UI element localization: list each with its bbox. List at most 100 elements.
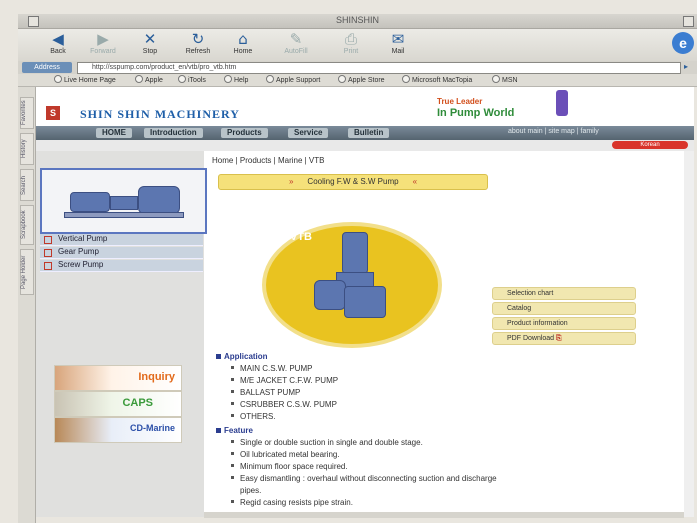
vertical-scrollbar[interactable] — [684, 151, 694, 517]
list-item: MAIN C.S.W. PUMP — [231, 364, 312, 373]
print-button[interactable]: ⎙ Print — [331, 29, 371, 55]
nav-bulletin[interactable]: Bulletin — [348, 128, 390, 138]
horizontal-scrollbar[interactable] — [204, 512, 684, 518]
globe-icon — [402, 75, 410, 83]
autofill-button[interactable]: ✎ AutoFill — [276, 29, 316, 55]
sidetab-search[interactable]: Search — [20, 169, 34, 201]
favorites-bar: Live Home Page Apple iTools Help Apple S… — [18, 74, 697, 87]
zoom-window-button[interactable] — [683, 16, 694, 27]
application-heading: Application — [216, 352, 268, 361]
pdf-download-link[interactable]: PDF Download ⎘ — [492, 332, 636, 345]
list-item: Oil lubricated metal bearing. — [231, 450, 340, 459]
stop-button[interactable]: ✕ Stop — [130, 29, 170, 55]
mail-button[interactable]: ✉ Mail — [378, 29, 418, 55]
sidetab-favorites[interactable]: Favorites — [20, 97, 34, 129]
pump-coupling-shape — [110, 196, 138, 210]
globe-icon — [135, 75, 143, 83]
favorite-apple-support[interactable]: Apple Support — [266, 75, 320, 84]
pump-casing-shape — [314, 280, 346, 310]
favorite-apple-store[interactable]: Apple Store — [338, 75, 385, 84]
list-item: OTHERS. — [231, 412, 276, 421]
nav-products[interactable]: Products — [221, 128, 268, 138]
globe-icon — [266, 75, 274, 83]
list-item-continued: pipes. — [240, 486, 262, 495]
sidetab-scrapbook[interactable]: Scrapbook — [20, 205, 34, 245]
printer-icon: ⎙ — [344, 30, 357, 48]
nav-home[interactable]: HOME — [96, 128, 132, 138]
arrow-left-icon: « — [412, 177, 418, 186]
back-arrow-icon: ◀ — [52, 30, 64, 48]
pump-body-shape — [344, 286, 386, 318]
product-image — [262, 222, 442, 348]
catalog-link[interactable]: Catalog — [492, 302, 636, 315]
browser-toolbar: ◀ Back ▶ Forward ✕ Stop ↻ Refresh ⌂ Home ✎ Aut… — [18, 29, 697, 61]
product-information-link[interactable]: Product information — [492, 317, 636, 330]
globe-icon — [492, 75, 500, 83]
forward-arrow-icon: ▶ — [97, 30, 109, 48]
forward-button[interactable]: ▶ Forward — [83, 29, 123, 55]
category-gear-pump[interactable]: Gear Pump — [40, 247, 203, 259]
mail-icon: ✉ — [391, 30, 405, 48]
company-name[interactable]: SHIN SHIN MACHINERY — [80, 107, 240, 122]
pump-motor-shape — [70, 192, 110, 212]
bullet-square-icon — [44, 249, 52, 257]
list-item: CSRUBBER C.S.W. PUMP — [231, 400, 337, 409]
browser-logo-icon: e — [672, 32, 694, 54]
caps-banner[interactable]: CAPS — [54, 391, 182, 417]
favorite-microsoft-mactopia[interactable]: Microsoft MacTopia — [402, 75, 472, 84]
home-button[interactable]: ⌂ Home — [223, 29, 263, 55]
category-screw-pump[interactable]: Screw Pump — [40, 260, 203, 272]
refresh-icon: ↻ — [191, 30, 205, 48]
window-title: SHINSHIN — [335, 15, 379, 25]
bullet-square-icon — [44, 236, 52, 244]
favorite-help[interactable]: Help — [224, 75, 248, 84]
list-item: Minimum floor space required. — [231, 462, 348, 471]
list-item: Easy dismantling : overhaul without disc… — [231, 474, 497, 483]
nav-service[interactable]: Service — [288, 128, 329, 138]
inquiry-banner[interactable]: Inquiry — [54, 365, 182, 391]
product-code: VTB — [290, 231, 312, 243]
tagline-top: True Leader — [437, 97, 483, 106]
globe-icon — [338, 75, 346, 83]
favorite-live-home-page[interactable]: Live Home Page — [54, 75, 116, 84]
favorite-apple[interactable]: Apple — [135, 75, 163, 84]
home-icon: ⌂ — [238, 30, 248, 48]
list-item: Single or double suction in single and d… — [231, 438, 423, 447]
stop-icon: ✕ — [143, 30, 157, 48]
company-logo-icon[interactable]: S — [46, 106, 60, 120]
globe-icon — [54, 75, 62, 83]
list-item: M/E JACKET C.F.W. PUMP — [231, 376, 338, 385]
category-vertical-pump[interactable]: Vertical Pump — [40, 234, 203, 246]
nav-introduction[interactable]: Introduction — [144, 128, 203, 138]
arrow-right-icon: » — [288, 177, 294, 186]
language-button[interactable]: Korean — [612, 141, 688, 149]
favorite-itools[interactable]: iTools — [178, 75, 206, 84]
sub-nav-strip — [36, 140, 694, 151]
list-item: BALLAST PUMP — [231, 388, 300, 397]
selection-chart-link[interactable]: Selection chart — [492, 287, 636, 300]
bullet-square-icon — [44, 262, 52, 270]
explorer-sidebar-tabs: Favorites History Search Scrapbook Page … — [18, 87, 36, 523]
back-button[interactable]: ◀ Back — [38, 29, 78, 55]
cd-marine-banner[interactable]: CD-Marine — [54, 417, 182, 443]
refresh-button[interactable]: ↻ Refresh — [178, 29, 218, 55]
address-label: Address — [22, 62, 72, 73]
utility-links[interactable]: about main | site map | family — [508, 128, 599, 135]
tagline-decoration — [556, 90, 568, 116]
sidetab-page-holder[interactable]: Page Holder — [20, 249, 34, 295]
product-thumbnail[interactable] — [40, 168, 207, 234]
breadcrumb[interactable]: Home | Products | Marine | VTB — [212, 156, 325, 165]
favorite-msn[interactable]: MSN — [492, 75, 518, 84]
globe-icon — [224, 75, 232, 83]
address-input[interactable]: http://sspump.com/product_en/vtb/pro_vtb… — [77, 62, 681, 74]
pump-casing-shape — [138, 186, 180, 214]
window-titlebar: SHINSHIN — [18, 14, 697, 29]
list-item: Regid casing resists pipe strain. — [231, 498, 353, 507]
sidetab-history[interactable]: History — [20, 133, 34, 165]
go-icon[interactable]: ▸ — [684, 62, 696, 73]
bullet-square-icon — [216, 354, 221, 359]
pdf-icon: ⎘ — [556, 335, 562, 342]
feature-heading: Feature — [216, 426, 253, 435]
close-window-button[interactable] — [28, 16, 39, 27]
pump-base-shape — [64, 212, 184, 218]
